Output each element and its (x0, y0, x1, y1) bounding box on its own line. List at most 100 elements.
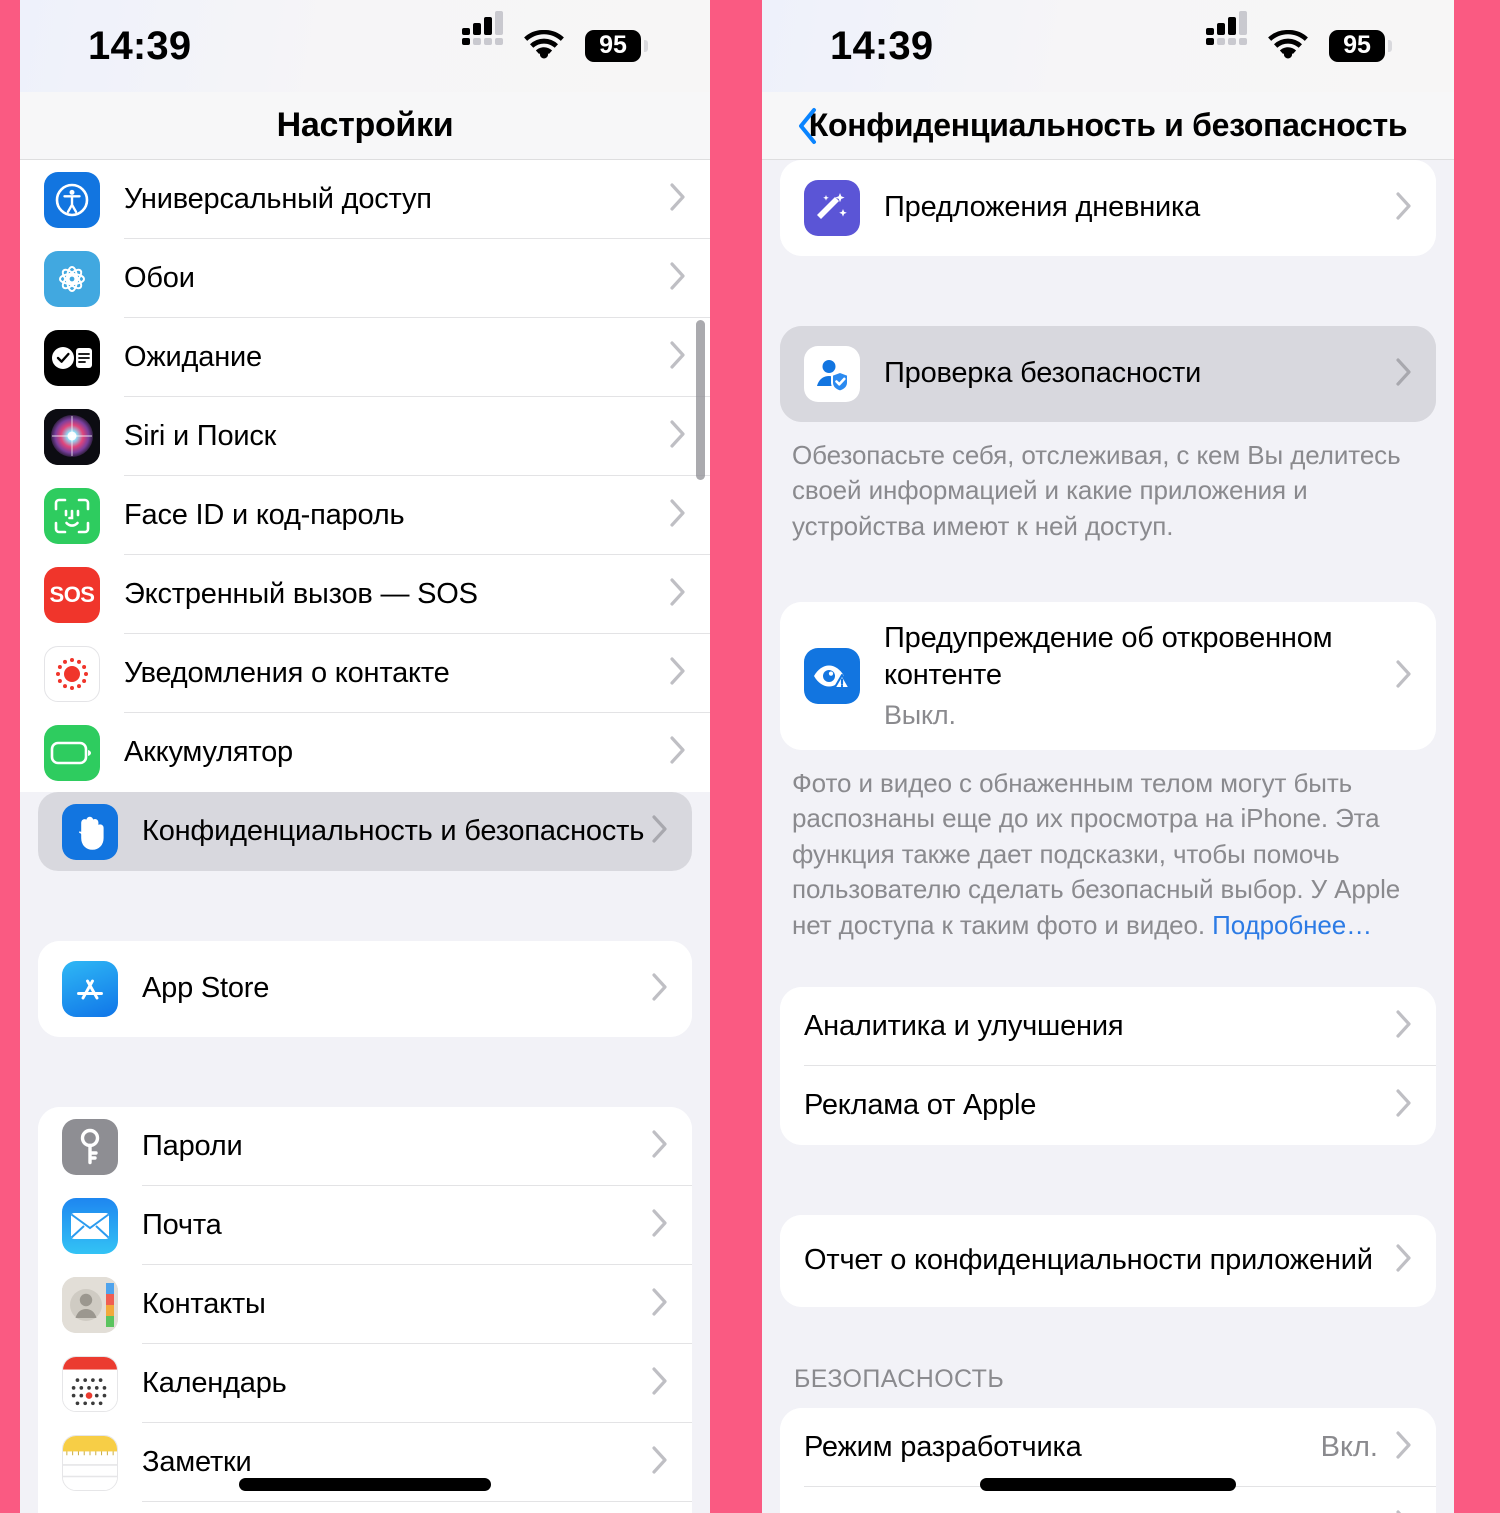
chevron-right-icon (668, 260, 690, 297)
chevron-right-icon (1394, 1242, 1416, 1279)
sidebar-item-sos[interactable]: SOS Экстренный вызов — SOS (20, 555, 710, 634)
safety-check-footnote: Обезопасьте себя, отслеживая, с кем Вы д… (792, 440, 1401, 541)
sidebar-item-app-store[interactable]: App Store (38, 941, 692, 1037)
chevron-right-icon (668, 181, 690, 218)
sidebar-item-accessibility[interactable]: Универсальный доступ (20, 160, 710, 239)
cellular-signal-icon (1206, 10, 1247, 65)
sidebar-item-label: Экстренный вызов — SOS (124, 577, 478, 610)
row-developer-mode[interactable]: Режим разработчика Вкл. (780, 1407, 1436, 1487)
group-gap (20, 1037, 710, 1107)
row-label: Отчет о конфиденциальности приложений (804, 1244, 1373, 1277)
sidebar-item-passwords[interactable]: Пароли (38, 1107, 692, 1186)
notes-icon (62, 1434, 118, 1491)
battery-icon: 95 (585, 30, 648, 62)
row-label: Предупреждение об откровенном контенте В… (884, 620, 1394, 733)
sidebar-item-battery[interactable]: Аккумулятор (20, 713, 710, 792)
battery-percent: 95 (585, 30, 641, 62)
chevron-right-icon (650, 1365, 672, 1402)
row-label: Режим разработчика (804, 1430, 1082, 1463)
wifi-icon (1267, 29, 1309, 62)
passwords-key-icon (62, 1118, 118, 1175)
row-sensitive-content-warning[interactable]: Предупреждение об откровенном контенте В… (780, 602, 1436, 751)
sidebar-item-privacy-wrapper: Конфиденциальность и безопасность (38, 792, 692, 871)
journal-group: Предложения дневника (780, 160, 1436, 256)
settings-scroll-area[interactable]: Универсальный доступ Обои Ожидание Siri … (20, 160, 710, 1513)
screenshot-stage: 14:39 95 Настройки Универсальный доступ … (0, 0, 1500, 1513)
chevron-right-icon (1394, 1508, 1416, 1513)
privacy-hand-icon (62, 803, 118, 860)
status-icons: 95 (462, 10, 648, 65)
safety-check-icon (804, 346, 860, 402)
sidebar-item-privacy-security[interactable]: Конфиденциальность и безопасность (38, 792, 692, 871)
sidebar-item-label: Обои (124, 261, 195, 294)
sensitive-content-footnote: Фото и видео с обнаженным телом могут бы… (762, 750, 1454, 943)
chevron-right-icon (668, 497, 690, 534)
appstore-icon (62, 961, 118, 1017)
mail-icon (62, 1197, 118, 1254)
wifi-icon (523, 29, 565, 62)
sidebar-item-calendar[interactable]: Календарь (38, 1344, 692, 1423)
scroll-indicator[interactable] (696, 320, 705, 480)
learn-more-link[interactable]: Подробнее… (1212, 910, 1372, 940)
privacy-security-panel: 14:39 95 Конфиденциальность и безопаснос… (762, 0, 1454, 1513)
battery-percent: 95 (1329, 30, 1385, 62)
chevron-right-icon (1394, 1087, 1416, 1124)
group-gap (762, 1145, 1454, 1215)
chevron-right-icon (668, 576, 690, 613)
chevron-right-icon (650, 971, 672, 1008)
row-value: Выкл. (884, 699, 956, 730)
sidebar-item-siri[interactable]: Siri и Поиск (20, 397, 710, 476)
page-title: Настройки (276, 106, 454, 144)
row-journaling-suggestions[interactable]: Предложения дневника (780, 160, 1436, 256)
chevron-right-icon (650, 1444, 672, 1481)
row-app-privacy-report[interactable]: Отчет о конфиденциальности приложений (780, 1214, 1436, 1307)
right-edge (1454, 0, 1500, 1513)
home-indicator (980, 1478, 1236, 1491)
sidebar-item-mail[interactable]: Почта (38, 1186, 692, 1265)
sidebar-item-contact-alerts[interactable]: Уведомления о контакте (20, 634, 710, 713)
sidebar-item-contacts[interactable]: Контакты (38, 1265, 692, 1344)
sensitive-content-eye-icon (804, 648, 860, 705)
sidebar-item-label: Уведомления о контакте (124, 656, 450, 689)
row-analytics-improvements[interactable]: Аналитика и улучшения (780, 986, 1436, 1066)
row-safety-check[interactable]: Проверка безопасности (780, 326, 1436, 422)
status-time: 14:39 (88, 23, 192, 68)
group-gap (762, 544, 1454, 602)
panel-divider (710, 0, 762, 1513)
contacts-icon (62, 1276, 118, 1333)
sidebar-item-label: Заметки (142, 1445, 252, 1478)
battery-icon: 95 (1329, 30, 1392, 62)
row-apple-advertising[interactable]: Реклама от Apple (780, 1065, 1436, 1145)
faceid-icon (44, 487, 100, 544)
battery-settings-icon (44, 724, 100, 781)
status-bar-right: 14:39 95 (762, 0, 1454, 92)
sidebar-item-wallpaper[interactable]: Обои (20, 239, 710, 318)
sidebar-item-reminders[interactable]: Напоминания (38, 1502, 692, 1513)
group-gap (762, 256, 1454, 326)
chevron-right-icon (650, 1207, 672, 1244)
home-indicator (239, 1478, 491, 1491)
back-button[interactable] (786, 104, 830, 148)
chevron-right-icon (650, 1128, 672, 1165)
group-gap (20, 871, 710, 941)
battery-nub (644, 40, 648, 52)
standby-icon (44, 329, 100, 386)
privacy-scroll-area[interactable]: Предложения дневника Проверка безопаснос… (762, 160, 1454, 1513)
sidebar-item-standby[interactable]: Ожидание (20, 318, 710, 397)
chevron-right-icon (668, 418, 690, 455)
chevron-right-icon (1394, 1429, 1416, 1466)
group-gap (762, 1307, 1454, 1365)
battery-nub (1388, 40, 1392, 52)
settings-group-appstore: App Store (38, 941, 692, 1037)
analytics-group: Аналитика и улучшения Реклама от Apple (780, 986, 1436, 1145)
status-icons: 95 (1206, 10, 1392, 65)
sidebar-item-label: Конфиденциальность и безопасность (142, 814, 645, 847)
sidebar-item-label: Siri и Поиск (124, 419, 277, 452)
row-label: Режим блокировки (804, 1508, 1300, 1513)
sidebar-item-faceid[interactable]: Face ID и код-пароль (20, 476, 710, 555)
sidebar-item-label: Ожидание (124, 340, 262, 373)
group-gap (762, 943, 1454, 987)
row-label: Предложения дневника (884, 191, 1201, 224)
sidebar-item-label: Контакты (142, 1287, 266, 1320)
app-privacy-report-group: Отчет о конфиденциальности приложений (780, 1214, 1436, 1307)
